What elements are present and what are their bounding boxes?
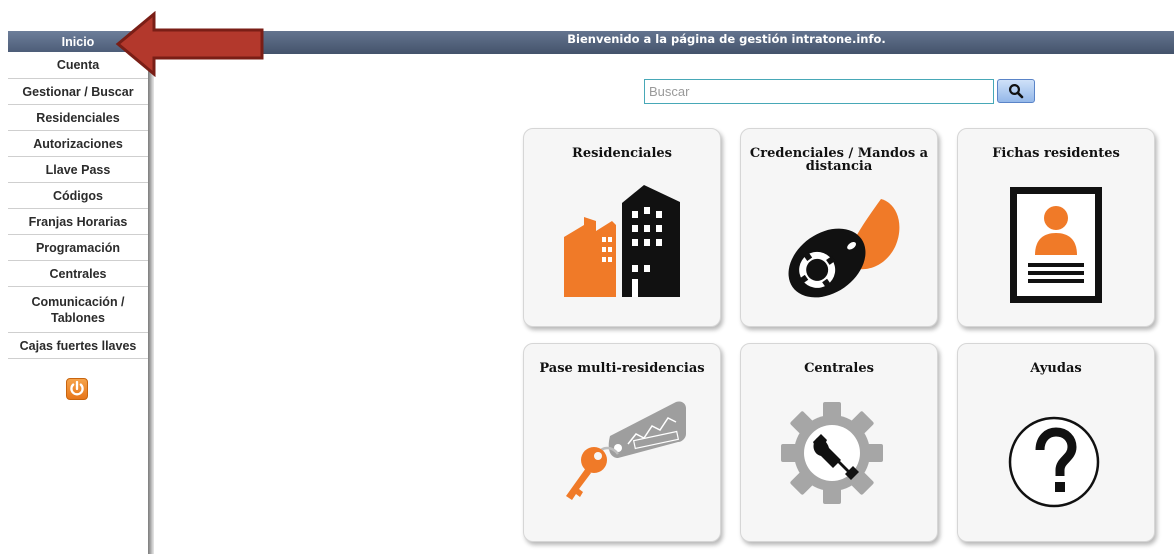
sidebar-item-residenciales[interactable]: Residenciales <box>8 105 148 131</box>
annotation-arrow <box>115 11 264 77</box>
sidebar-item-gestionar-buscar[interactable]: Gestionar / Buscar <box>8 79 148 105</box>
sidebar-item-llave-pass[interactable]: Llave Pass <box>8 157 148 183</box>
gear-wrench-icon <box>781 402 883 504</box>
card-ayudas[interactable]: Ayudas <box>957 343 1155 542</box>
sidebar-item-programacion[interactable]: Programación <box>8 235 148 261</box>
sidebar-item-centrales[interactable]: Centrales <box>8 261 148 287</box>
sidebar-border <box>148 31 154 554</box>
sidebar-item-comunicacion-tablones[interactable]: Comunicación / Tablones <box>8 287 148 333</box>
card-title: Residenciales <box>572 146 672 161</box>
search-input[interactable] <box>644 79 994 104</box>
card-residenciales[interactable]: Residenciales <box>523 128 721 327</box>
key-fob-icon <box>788 199 900 298</box>
search-button[interactable] <box>997 79 1035 103</box>
card-fichas-residentes[interactable]: Fichas residentes <box>957 128 1155 327</box>
card-centrales[interactable]: Centrales <box>740 343 938 542</box>
resident-card-icon <box>1010 187 1102 303</box>
key-tag-icon <box>566 401 686 500</box>
welcome-banner: Bienvenido a la página de gestión intrat… <box>155 31 1174 54</box>
card-title: Fichas residentes <box>992 146 1120 161</box>
sidebar-item-autorizaciones[interactable]: Autorizaciones <box>8 131 148 157</box>
card-title: Ayudas <box>1030 361 1082 376</box>
question-icon <box>1008 416 1100 508</box>
welcome-text: Bienvenido a la página de gestión intrat… <box>567 32 886 46</box>
sidebar-item-franjas-horarias[interactable]: Franjas Horarias <box>8 209 148 235</box>
card-title: Credenciales / Mandos a distancia <box>749 146 929 174</box>
sidebar-nav: Inicio Cuenta Gestionar / Buscar Residen… <box>8 31 148 554</box>
search-icon <box>1008 83 1024 99</box>
power-button[interactable] <box>66 378 88 400</box>
buildings-icon <box>564 185 680 297</box>
sidebar-item-codigos[interactable]: Códigos <box>8 183 148 209</box>
card-pase-multi-residencias[interactable]: Pase multi-residencias <box>523 343 721 542</box>
sidebar-item-cajas-fuertes-llaves[interactable]: Cajas fuertes llaves <box>8 333 148 359</box>
card-title: Centrales <box>804 361 874 376</box>
card-title: Pase multi-residencias <box>539 361 705 376</box>
card-credenciales[interactable]: Credenciales / Mandos a distancia <box>740 128 938 327</box>
power-icon <box>70 380 84 396</box>
